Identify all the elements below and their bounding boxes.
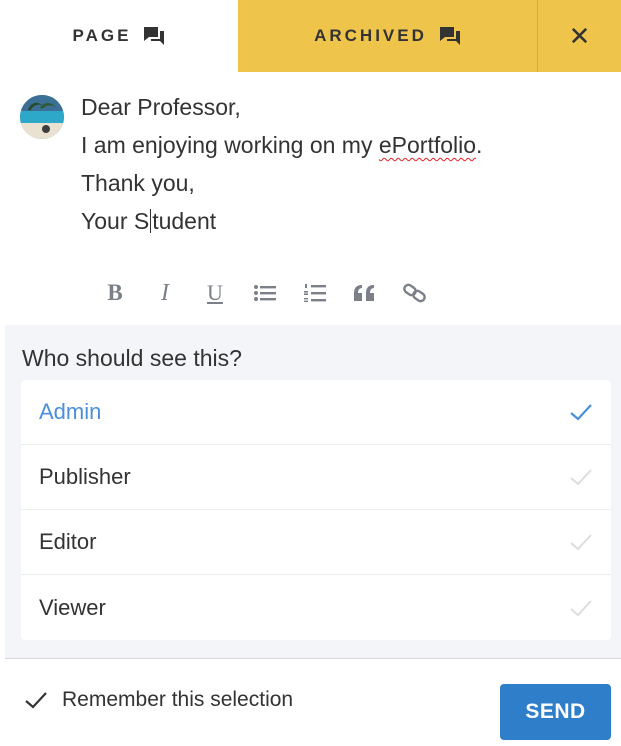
checkmark-icon: [570, 469, 592, 486]
numbered-list-icon: [304, 284, 326, 302]
tab-archived[interactable]: ARCHIVED: [238, 0, 538, 72]
close-button[interactable]: ✕: [538, 0, 621, 72]
role-list: Admin Publisher Editor Viewer: [21, 380, 611, 640]
signoff-text-start: Your S: [81, 208, 150, 234]
tab-archived-label: ARCHIVED: [314, 26, 427, 45]
misspelled-word: ePortfolio: [378, 132, 477, 158]
message-body-end: .: [476, 132, 483, 158]
message-greeting: Dear Professor,: [81, 94, 241, 120]
send-button[interactable]: SEND: [500, 684, 611, 740]
visibility-question: Who should see this?: [22, 345, 242, 371]
role-option-editor[interactable]: Editor: [21, 510, 611, 575]
numbered-list-button[interactable]: [290, 273, 340, 313]
bulleted-list-icon: [254, 285, 276, 301]
tab-page[interactable]: PAGE: [0, 0, 238, 72]
link-button[interactable]: [390, 273, 440, 313]
quote-icon: [354, 285, 374, 301]
role-option-viewer[interactable]: Viewer: [21, 575, 611, 640]
italic-button[interactable]: I: [140, 273, 190, 313]
tab-bar: PAGE ARCHIVED ✕: [0, 0, 621, 72]
underline-button[interactable]: U: [190, 273, 240, 313]
message-body-text: I am enjoying working on my: [81, 132, 379, 158]
message-editor[interactable]: Dear Professor, I am enjoying working on…: [81, 88, 601, 240]
close-icon: ✕: [568, 20, 591, 51]
tab-page-label: PAGE: [72, 26, 132, 45]
message-signoff: Your Student: [81, 202, 601, 240]
checkmark-icon: [25, 692, 47, 709]
bold-button[interactable]: B: [90, 273, 140, 313]
visibility-panel: Who should see this? Admin Publisher Edi…: [5, 325, 621, 658]
link-icon: [403, 283, 426, 303]
bulleted-list-button[interactable]: [240, 273, 290, 313]
signoff-text-end: tudent: [152, 208, 217, 234]
role-label: Admin: [39, 399, 102, 424]
role-label: Publisher: [39, 464, 131, 489]
divider: [5, 658, 621, 659]
remember-selection-label: Remember this selection: [62, 688, 294, 711]
role-label: Viewer: [39, 594, 106, 620]
comment-icon: [439, 27, 460, 45]
checkmark-icon: [570, 404, 592, 421]
quote-button[interactable]: [340, 273, 390, 313]
comment-icon: [144, 27, 165, 45]
message-thanks: Thank you,: [81, 170, 195, 196]
checkmark-icon: [570, 534, 592, 551]
role-option-publisher[interactable]: Publisher: [21, 445, 611, 510]
formatting-toolbar: B I U: [90, 273, 440, 313]
remember-selection-toggle[interactable]: Remember this selection: [24, 688, 293, 712]
role-label: Editor: [39, 529, 97, 554]
avatar: [20, 95, 64, 139]
role-option-admin[interactable]: Admin: [21, 380, 611, 445]
checkmark-icon: [570, 599, 592, 616]
message-body: I am enjoying working on my ePortfolio.: [81, 126, 601, 164]
